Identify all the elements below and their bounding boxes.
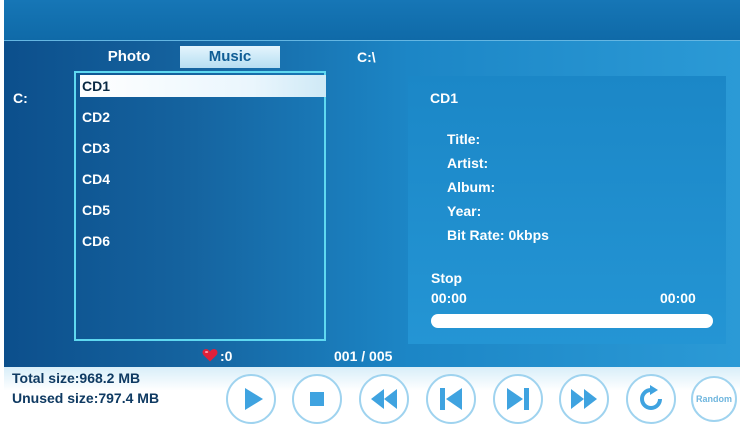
stop-icon (310, 392, 324, 406)
bitrate-label: Bit Rate: 0kbps (447, 227, 549, 243)
media-player-screen: Photo Music C:\ C: CD1 CD2 CD3 CD4 CD5 C… (4, 0, 740, 426)
file-list[interactable]: CD1 CD2 CD3 CD4 CD5 CD6 (74, 71, 326, 341)
current-path: C:\ (357, 49, 376, 65)
progress-bar[interactable] (431, 314, 713, 328)
list-item[interactable]: CD6 (80, 230, 110, 252)
rewind-button[interactable] (359, 374, 409, 424)
next-icon (507, 388, 529, 410)
drive-label[interactable]: C: (13, 90, 28, 106)
list-item[interactable]: CD2 (80, 106, 110, 128)
title-label: Title: (447, 131, 481, 147)
stop-button[interactable] (292, 374, 342, 424)
artist-label: Artist: (447, 155, 489, 171)
fast-forward-icon (571, 389, 597, 409)
elapsed-time: 00:00 (431, 290, 467, 306)
previous-icon (440, 388, 462, 410)
tab-photo[interactable]: Photo (94, 46, 164, 68)
tab-music[interactable]: Music (180, 46, 280, 68)
next-button[interactable] (493, 374, 543, 424)
track-name: CD1 (430, 90, 459, 106)
random-button[interactable]: Random (691, 376, 737, 422)
list-item[interactable]: CD1 (80, 75, 326, 97)
repeat-button[interactable] (626, 374, 676, 424)
track-counter: 001 / 005 (334, 348, 393, 364)
repeat-icon (640, 385, 662, 410)
list-item[interactable]: CD4 (80, 168, 110, 190)
playback-status: Stop (431, 270, 463, 286)
previous-button[interactable] (426, 374, 476, 424)
total-size: Total size:968.2 MB (12, 370, 141, 386)
album-label: Album: (447, 179, 496, 195)
list-item[interactable]: CD5 (80, 199, 110, 221)
unused-size: Unused size:797.4 MB (12, 390, 160, 406)
list-item[interactable]: CD3 (80, 137, 110, 159)
fast-forward-button[interactable] (559, 374, 609, 424)
favorite-count: :0 (220, 348, 233, 364)
play-button[interactable] (226, 374, 276, 424)
heart-icon (202, 349, 218, 362)
rewind-icon (371, 389, 397, 409)
year-label: Year: (447, 203, 482, 219)
total-time: 00:00 (660, 290, 696, 306)
play-icon (245, 388, 263, 410)
top-bar (4, 0, 740, 41)
